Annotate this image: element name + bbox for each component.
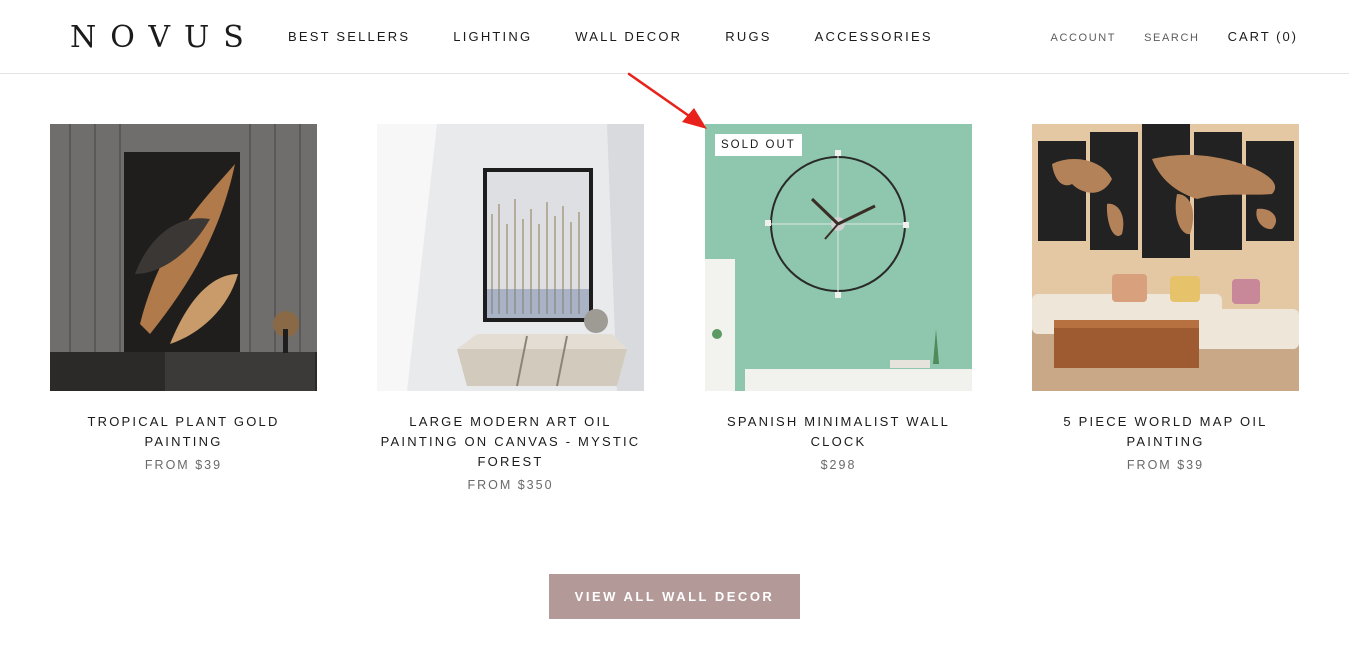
nav-item-rugs[interactable]: RUGS <box>725 29 771 44</box>
annotation-arrow-icon <box>627 72 707 129</box>
product-card[interactable]: 5 PIECE WORLD MAP OIL PAINTING FROM $39 <box>1032 124 1299 475</box>
header-actions: ACCOUNT SEARCH CART (0) <box>1023 29 1298 44</box>
product-price: $298 <box>820 458 857 472</box>
product-title[interactable]: LARGE MODERN ART OIL PAINTING ON CANVAS … <box>377 412 644 472</box>
search-link[interactable]: SEARCH <box>1144 32 1199 44</box>
nav-item-wall-decor[interactable]: WALL DECOR <box>575 29 682 44</box>
product-title[interactable]: 5 PIECE WORLD MAP OIL PAINTING <box>1032 412 1299 452</box>
product-card[interactable]: LARGE MODERN ART OIL PAINTING ON CANVAS … <box>377 124 644 495</box>
product-price: FROM $39 <box>1126 458 1205 472</box>
nav-item-best-sellers[interactable]: BEST SELLERS <box>288 29 410 44</box>
site-header: NOVUS BEST SELLERS LIGHTING WALL DECOR R… <box>0 0 1349 74</box>
brand-logo[interactable]: NOVUS <box>70 20 258 55</box>
product-image[interactable]: SOLD OUT <box>705 124 972 391</box>
product-image[interactable] <box>50 124 317 391</box>
product-image[interactable] <box>1032 124 1299 391</box>
sold-out-badge: SOLD OUT <box>715 134 802 156</box>
product-card[interactable]: SOLD OUT SPANISH MINIMALIST WALL CLOCK $… <box>705 124 972 475</box>
account-link[interactable]: ACCOUNT <box>1051 32 1117 44</box>
product-price: FROM $39 <box>144 458 223 472</box>
nav-item-accessories[interactable]: ACCESSORIES <box>815 29 933 44</box>
view-all-wall-decor-button[interactable]: VIEW ALL WALL DECOR <box>549 574 800 619</box>
main-nav: BEST SELLERS LIGHTING WALL DECOR RUGS AC… <box>288 29 976 44</box>
product-title[interactable]: TROPICAL PLANT GOLD PAINTING <box>50 412 317 452</box>
product-title[interactable]: SPANISH MINIMALIST WALL CLOCK <box>705 412 972 452</box>
product-image[interactable] <box>377 124 644 391</box>
cart-link[interactable]: CART (0) <box>1228 29 1298 44</box>
nav-item-lighting[interactable]: LIGHTING <box>453 29 532 44</box>
product-price: FROM $350 <box>467 478 554 492</box>
product-card[interactable]: TROPICAL PLANT GOLD PAINTING FROM $39 <box>50 124 317 475</box>
